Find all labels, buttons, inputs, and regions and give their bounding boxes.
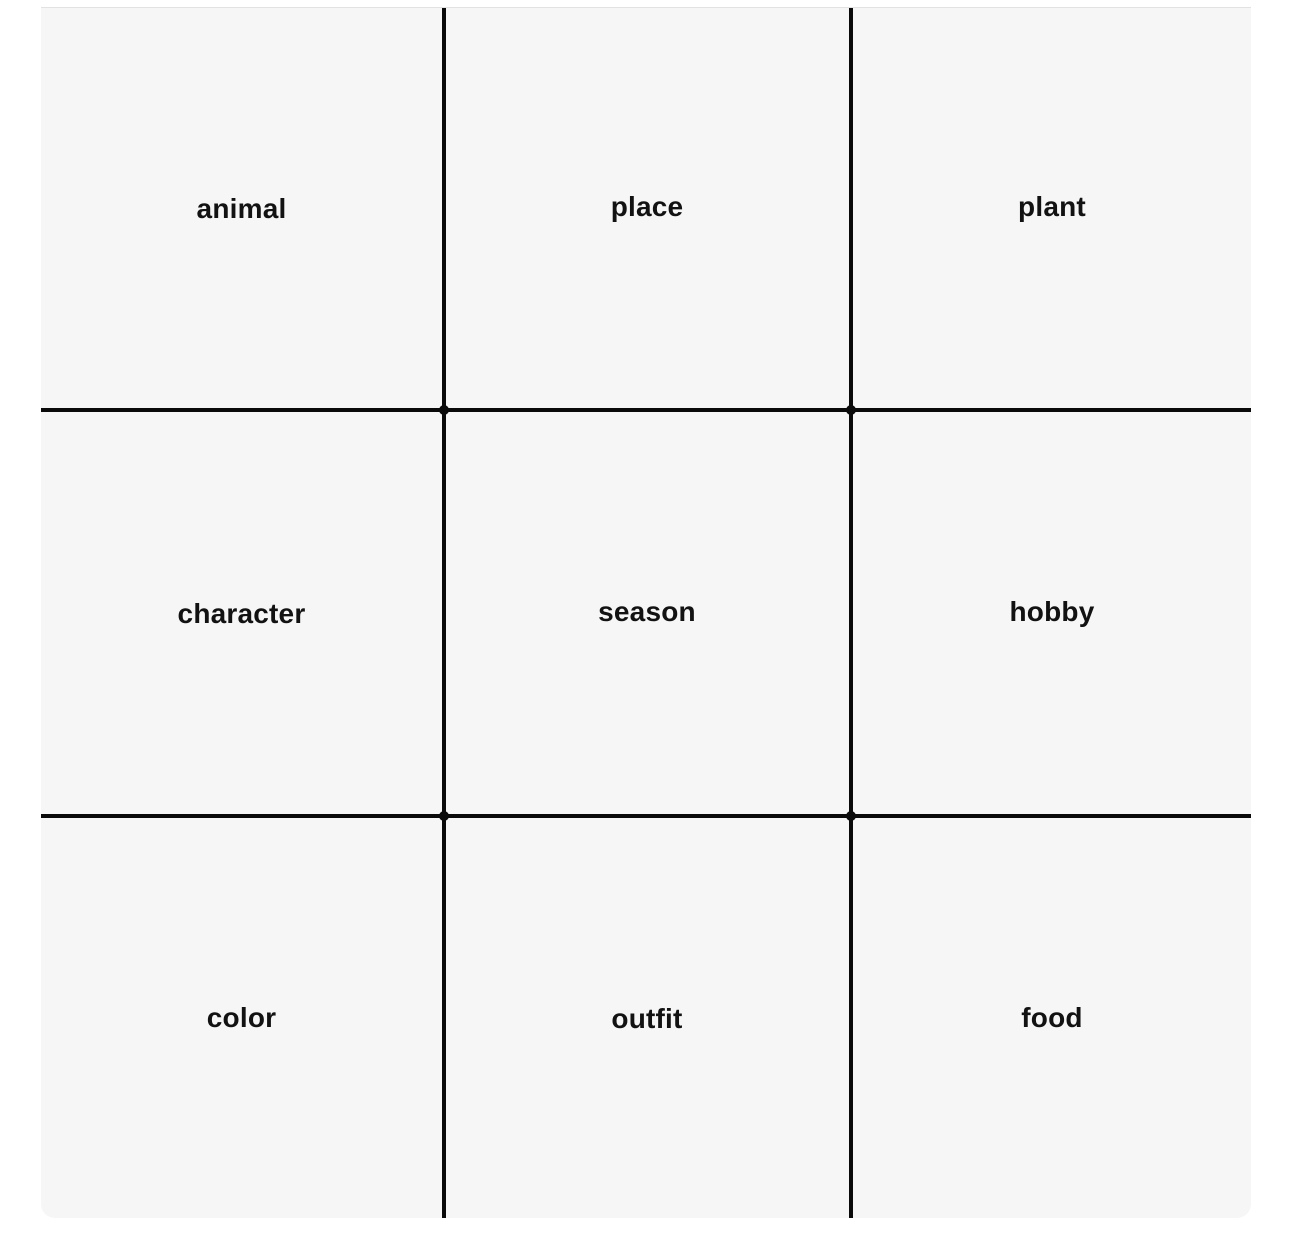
cell-label: character [177,598,306,629]
cell-label: hobby [1009,596,1095,627]
grid-intersection-dot [439,811,449,821]
prompt-grid: animal place plant character season hobb… [41,7,1251,1218]
cell-label: food [1021,1002,1083,1033]
grid-cell-plant: plant [853,8,1251,406]
cell-label: animal [196,193,287,224]
grid-cell-hobby: hobby [853,414,1251,810]
cell-label: place [610,191,684,222]
grid-cell-season: season [446,414,848,810]
grid-cell-animal: animal [41,8,442,410]
grid-divider-vertical [849,8,853,1218]
grid-divider-horizontal [41,408,1251,412]
grid-divider-horizontal [41,814,1251,818]
grid-divider-vertical [442,8,446,1218]
cell-label: color [206,1002,277,1033]
grid-cell-outfit: outfit [446,820,848,1218]
grid-intersection-dot [846,405,856,415]
grid-cell-character: character [41,414,442,814]
grid-cell-food: food [853,820,1251,1216]
grid-intersection-dot [846,811,856,821]
grid-cell-color: color [41,820,442,1216]
cell-label: plant [1018,191,1086,222]
page: animal place plant character season hobb… [0,0,1308,1235]
cell-label: outfit [611,1003,683,1034]
cell-label: season [598,596,696,627]
grid-intersection-dot [439,405,449,415]
grid-cell-place: place [446,8,848,406]
